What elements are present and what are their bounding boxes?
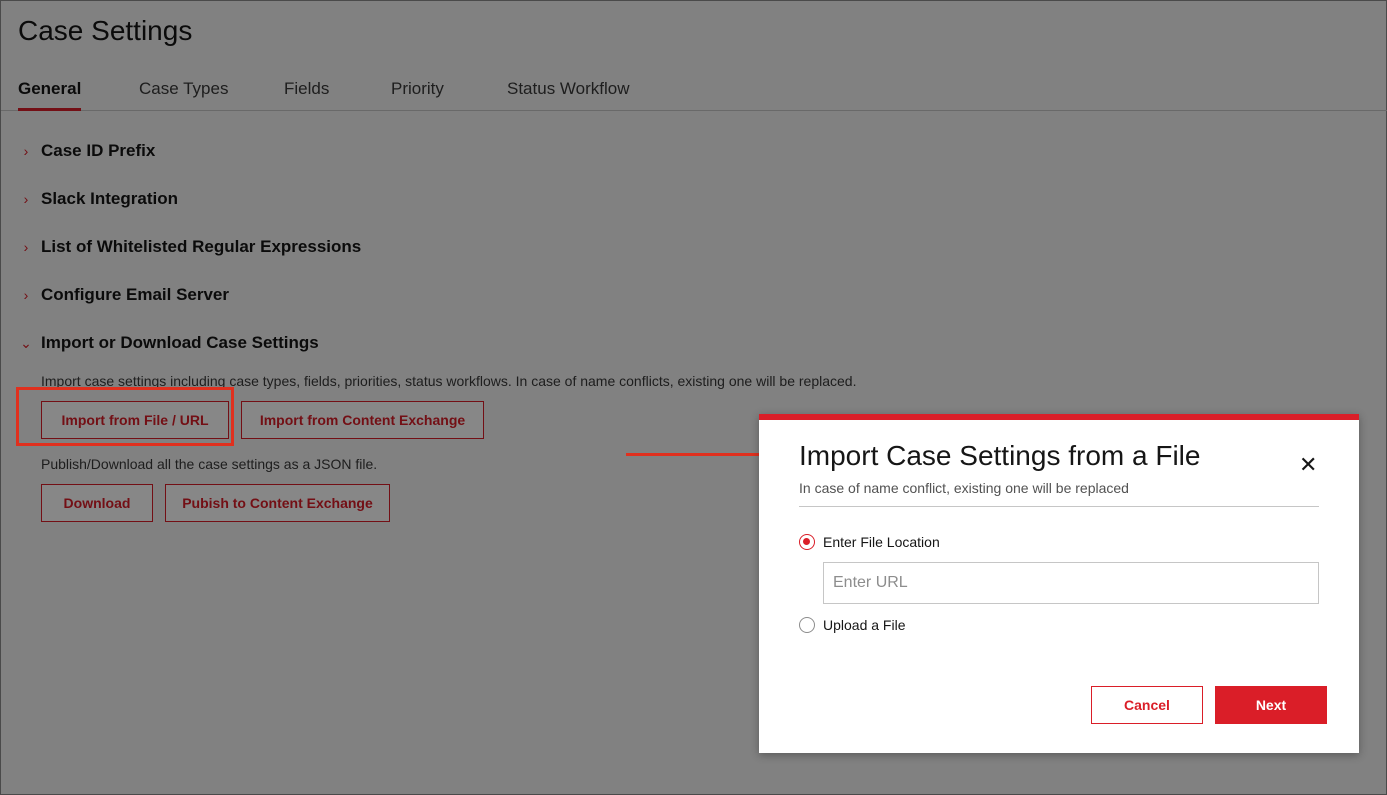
radio-label-enter-file-location: Enter File Location bbox=[823, 534, 940, 550]
close-icon[interactable]: ✕ bbox=[1299, 454, 1317, 476]
callout-highlight-box bbox=[16, 387, 234, 446]
import-modal: Import Case Settings from a File In case… bbox=[759, 414, 1359, 753]
url-input[interactable] bbox=[823, 562, 1319, 604]
modal-divider bbox=[799, 506, 1319, 507]
radio-upload-file[interactable] bbox=[799, 617, 815, 633]
modal-subtitle: In case of name conflict, existing one w… bbox=[799, 480, 1129, 496]
modal-title: Import Case Settings from a File bbox=[799, 440, 1201, 471]
cancel-button[interactable]: Cancel bbox=[1091, 686, 1203, 724]
callout-arrow-line bbox=[626, 453, 774, 456]
radio-label-upload-file: Upload a File bbox=[823, 617, 906, 633]
next-button[interactable]: Next bbox=[1215, 686, 1327, 724]
radio-enter-file-location[interactable] bbox=[799, 534, 815, 550]
